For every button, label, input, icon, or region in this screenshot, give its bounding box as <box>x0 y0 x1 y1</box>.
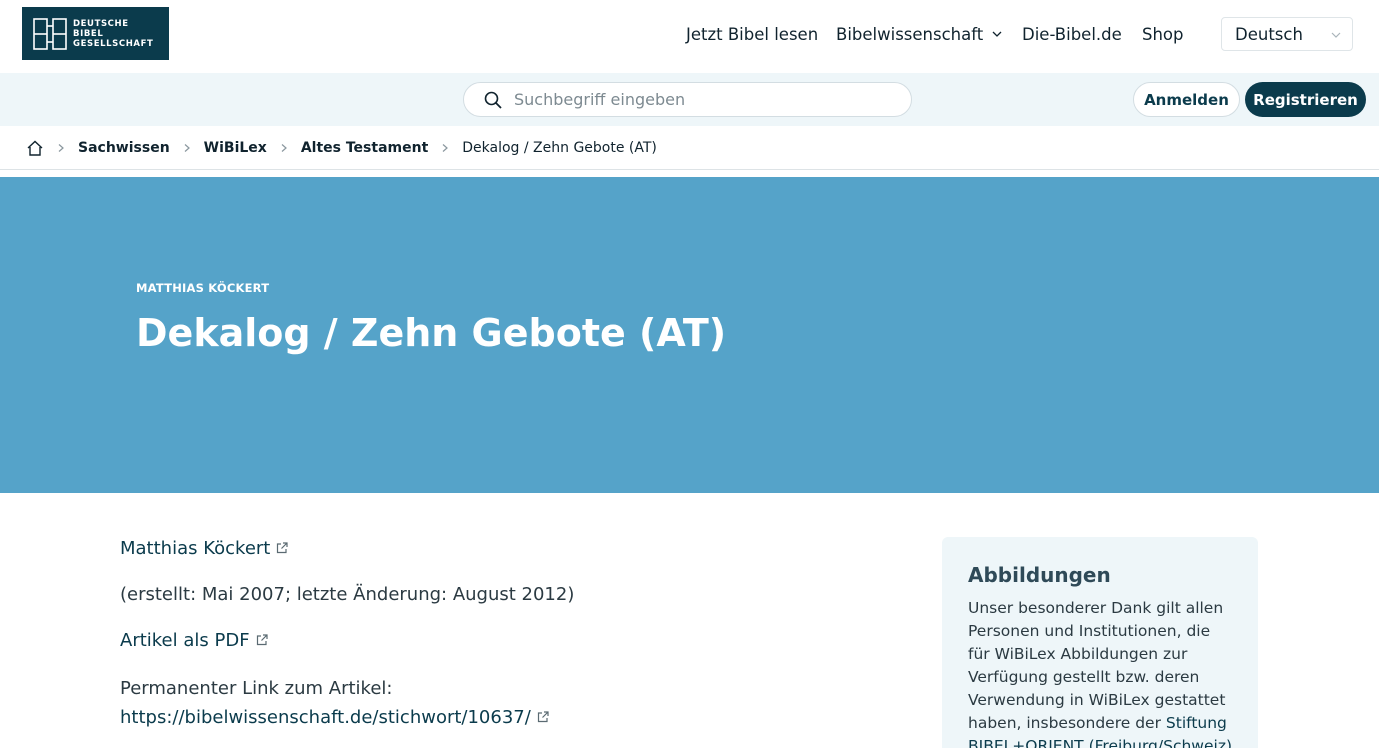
logo-mark-icon <box>33 17 67 51</box>
logo-text: DEUTSCHE BIBEL GESELLSCHAFT <box>73 18 154 49</box>
breadcrumb-altes-testament[interactable]: Altes Testament <box>301 140 428 156</box>
external-link-icon <box>256 634 268 646</box>
article-hero: MATTHIAS KÖCKERT Dekalog / Zehn Gebote (… <box>0 177 1379 493</box>
hero-author: MATTHIAS KÖCKERT <box>136 281 270 295</box>
nav-die-bibel-de[interactable]: Die-Bibel.de <box>1022 25 1122 44</box>
article-dates: (erstellt: Mai 2007; letzte Änderung: Au… <box>120 584 575 605</box>
search-band: Anmelden Registrieren <box>0 73 1379 126</box>
abbildungen-box: Abbildungen Unser besonderer Dank gilt a… <box>942 537 1258 748</box>
language-value: Deutsch <box>1235 24 1303 44</box>
nav-bibelwissenschaft[interactable]: Bibelwissenschaft <box>836 25 1003 44</box>
home-icon[interactable] <box>26 139 44 157</box>
author-link[interactable]: Matthias Köckert <box>120 538 270 559</box>
dbg-logo[interactable]: DEUTSCHE BIBEL GESELLSCHAFT <box>22 7 169 60</box>
nav-jetzt-bibel-lesen[interactable]: Jetzt Bibel lesen <box>686 25 818 44</box>
page-title: Dekalog / Zehn Gebote (AT) <box>136 311 727 355</box>
chevron-right-icon <box>184 143 190 152</box>
external-link-icon <box>277 542 288 554</box>
pdf-line: Artikel als PDF <box>120 628 880 653</box>
nav-shop[interactable]: Shop <box>1142 25 1184 44</box>
external-link-icon <box>537 711 549 723</box>
search-input[interactable] <box>514 90 874 109</box>
aside-text: Unser besonderer Dank gilt allen Persone… <box>968 597 1232 748</box>
language-select[interactable]: Deutsch <box>1221 17 1353 51</box>
nav-label: Die-Bibel.de <box>1022 24 1122 44</box>
login-button[interactable]: Anmelden <box>1133 82 1240 117</box>
permalink-block: Permanenter Link zum Artikel: https://bi… <box>120 674 880 732</box>
aside-body: Unser besonderer Dank gilt allen Persone… <box>968 599 1226 732</box>
nav-label: Shop <box>1142 24 1184 44</box>
chevron-right-icon <box>58 143 64 152</box>
permalink-label: Permanenter Link zum Artikel: <box>120 678 393 699</box>
pdf-link[interactable]: Artikel als PDF <box>120 630 250 651</box>
breadcrumb-sachwissen[interactable]: Sachwissen <box>78 140 170 156</box>
search-box[interactable] <box>463 82 912 117</box>
breadcrumb: Sachwissen WiBiLex Altes Testament Dekal… <box>0 126 1379 170</box>
breadcrumb-current: Dekalog / Zehn Gebote (AT) <box>462 139 657 156</box>
article-content: Matthias Köckert (erstellt: Mai 2007; le… <box>120 536 880 748</box>
nav-label: Jetzt Bibel lesen <box>686 24 819 44</box>
breadcrumb-wibilex[interactable]: WiBiLex <box>204 140 267 156</box>
register-button[interactable]: Registrieren <box>1245 82 1366 117</box>
chevron-down-icon <box>1331 32 1341 38</box>
author-line: Matthias Köckert <box>120 536 880 561</box>
top-header: DEUTSCHE BIBEL GESELLSCHAFT Jetzt Bibel … <box>0 0 1379 73</box>
search-icon <box>484 91 502 109</box>
chevron-right-icon <box>281 143 287 152</box>
permalink-url[interactable]: https://bibelwissenschaft.de/stichwort/1… <box>120 707 531 728</box>
aside-title: Abbildungen <box>968 563 1111 587</box>
chevron-down-icon <box>992 31 1002 37</box>
nav-label: Bibelwissenschaft <box>836 24 984 44</box>
chevron-right-icon <box>442 143 449 152</box>
